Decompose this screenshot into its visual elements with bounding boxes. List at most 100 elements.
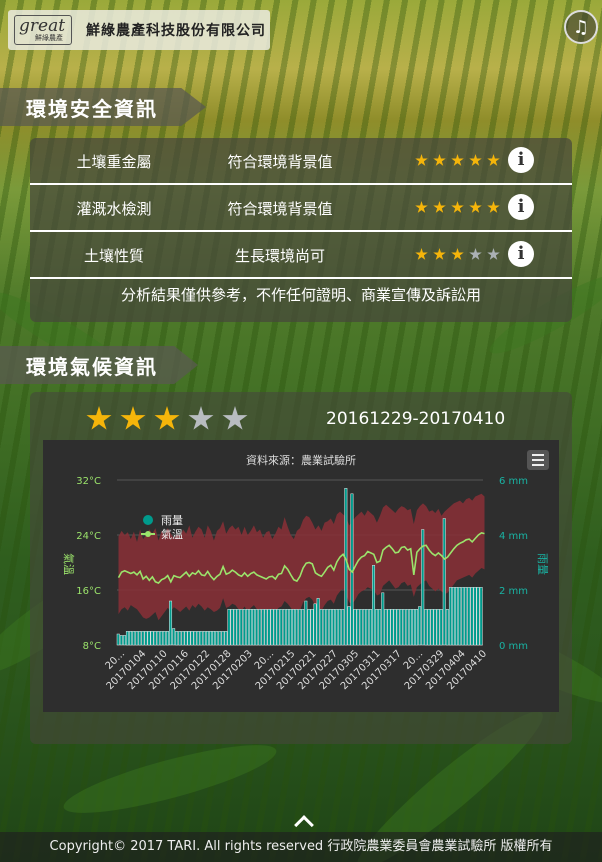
company-logo: great 鮮綠農產 <box>14 15 72 45</box>
rain-bar <box>258 609 262 646</box>
rain-bar <box>430 609 434 646</box>
rain-bar <box>132 631 136 646</box>
logo-subtext: 鮮綠農產 <box>35 34 63 42</box>
rain-bar <box>199 631 203 646</box>
rain-bar <box>365 609 369 646</box>
rain-bar <box>282 609 286 646</box>
rain-bar <box>402 609 406 646</box>
rain-bar <box>153 631 157 646</box>
rain-bar <box>338 609 342 646</box>
rain-bar <box>159 631 163 646</box>
y-tick-rain: 4 mm <box>499 531 528 542</box>
rain-bar <box>119 635 123 646</box>
y-tick-temp: 8°C <box>83 641 101 652</box>
rain-bar <box>448 587 452 646</box>
rain-bar <box>341 609 345 646</box>
rain-bar <box>202 631 206 646</box>
brand-banner[interactable]: great 鮮綠農產 鮮綠農產科技股份有限公司 <box>8 10 270 50</box>
rain-bar <box>356 609 360 646</box>
chart-menu-button[interactable] <box>527 450 549 470</box>
rain-bar <box>393 609 397 646</box>
rain-bar <box>147 631 151 646</box>
disclaimer-note: 分析結果僅供參考，不作任何證明、商業宣傳及訴訟用 <box>120 286 481 304</box>
rain-bar <box>129 631 133 646</box>
rain-bar <box>424 609 428 646</box>
rain-bar <box>347 606 351 646</box>
rain-bar <box>184 631 188 646</box>
star-filled-icon <box>154 406 180 430</box>
section-title-text: 環境安全資訊 <box>26 96 158 121</box>
y-tick-temp: 24°C <box>76 531 101 542</box>
rain-bar <box>144 631 148 646</box>
rain-bar <box>276 609 280 646</box>
legend-marker-rain <box>143 515 153 525</box>
rain-bar <box>270 609 274 646</box>
rain-bar <box>264 609 268 646</box>
rain-bar <box>175 631 179 646</box>
section-title-env-safety: 環境安全資訊 <box>0 88 206 126</box>
rain-bar <box>328 609 332 646</box>
rain-bar <box>205 631 209 646</box>
star-filled-icon <box>451 248 464 260</box>
rain-bar <box>445 609 449 646</box>
rain-bar <box>375 609 379 646</box>
info-icon[interactable]: i <box>508 194 534 220</box>
rain-bar <box>470 587 474 646</box>
rain-bar <box>316 598 320 646</box>
rain-bar <box>178 631 182 646</box>
rain-bar <box>473 587 477 646</box>
rain-bar <box>353 609 357 646</box>
safety-row: 灌溉水檢測 符合環境背景值 i <box>30 185 572 231</box>
climate-rating-stars <box>86 406 256 436</box>
rain-bar <box>212 631 216 646</box>
company-name: 鮮綠農產科技股份有限公司 <box>86 23 266 39</box>
rain-bar <box>384 609 388 646</box>
star-empty-icon <box>469 248 482 260</box>
rain-bar <box>218 631 222 646</box>
rain-bar <box>261 609 265 646</box>
rain-bar <box>172 628 176 646</box>
info-icon[interactable]: i <box>508 147 534 173</box>
safety-row: 土壤性質 生長環境尚可 i <box>30 232 572 278</box>
section-title-climate: 環境氣候資訊 <box>0 346 198 384</box>
music-toggle-button[interactable]: ♫ <box>564 10 598 44</box>
rain-bar <box>196 631 200 646</box>
rain-bar <box>138 631 142 646</box>
rain-bar <box>135 631 139 646</box>
rain-bar <box>267 609 271 646</box>
star-filled-icon <box>433 154 446 166</box>
section-title-text: 環境氣候資訊 <box>26 354 158 379</box>
rain-bar <box>368 609 372 646</box>
rain-bar <box>187 631 191 646</box>
rain-bar <box>442 518 446 646</box>
star-filled-icon <box>469 154 482 166</box>
rain-bar <box>273 609 277 646</box>
rain-bar <box>427 609 431 646</box>
rain-bar <box>227 609 231 646</box>
rain-bar <box>181 631 185 646</box>
info-icon[interactable]: i <box>508 241 534 267</box>
rain-bar <box>279 609 283 646</box>
rain-bar <box>156 631 160 646</box>
rain-bar <box>215 631 219 646</box>
rain-bar <box>239 609 243 646</box>
climate-chart-svg: 資料來源：農業試驗所 32°C 24°C 16°C 8°C 6 mm 4 mm 2 mm 0 m… <box>62 453 549 692</box>
rain-bar <box>141 631 145 646</box>
rain-bar <box>169 600 173 646</box>
rain-bar <box>476 587 480 646</box>
rain-bar <box>249 609 253 646</box>
rain-bar <box>193 631 197 646</box>
star-filled-icon <box>487 201 500 213</box>
rain-bar <box>405 609 409 646</box>
star-empty-icon <box>222 406 248 430</box>
y-axis-label-temp: 氣溫 <box>62 553 76 575</box>
rain-bar <box>245 609 249 646</box>
rain-bar <box>390 609 394 646</box>
star-filled-icon <box>86 406 112 430</box>
rain-bar <box>313 603 317 646</box>
rain-bar <box>359 609 363 646</box>
rating-stars <box>415 153 505 171</box>
rain-bar <box>252 609 256 646</box>
rain-bar <box>224 631 228 646</box>
rain-bar <box>190 631 194 646</box>
